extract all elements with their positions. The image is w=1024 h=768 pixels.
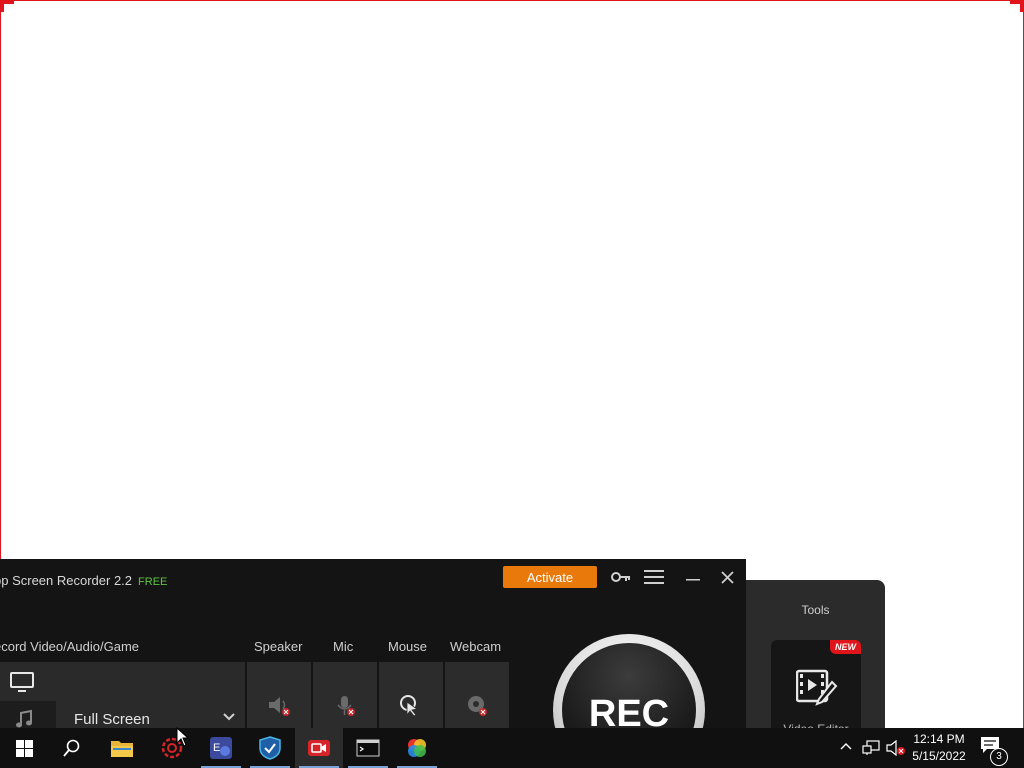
monitor-icon[interactable] xyxy=(10,672,34,692)
rec-button-ring: REC xyxy=(553,634,705,740)
volume-muted-icon[interactable] xyxy=(886,740,906,756)
shield-app-icon xyxy=(259,736,281,760)
translator-app-icon: E xyxy=(210,737,232,759)
network-icon[interactable] xyxy=(862,740,880,756)
terminal-icon xyxy=(356,739,380,757)
file-explorer-icon xyxy=(111,741,133,757)
taskbar-color-wheel-app[interactable] xyxy=(393,728,441,768)
webcam-label: Webcam xyxy=(450,639,502,654)
rec-button[interactable]: REC xyxy=(562,643,696,740)
speaker-muted-icon xyxy=(269,697,290,716)
tools-title: Tools xyxy=(801,603,830,617)
speaker-label: Speaker xyxy=(254,639,303,654)
tools-panel: Tools NEW Video Editor xyxy=(746,580,885,740)
notification-count-badge: 3 xyxy=(990,748,1008,766)
color-wheel-app-icon xyxy=(408,739,426,757)
mouse-click-icon xyxy=(400,695,418,717)
mode-select-value[interactable]: Full Screen xyxy=(74,711,150,728)
clock-date: 5/15/2022 xyxy=(912,749,966,763)
taskbar-search-button[interactable] xyxy=(48,728,96,768)
frame-corner-top-left-v[interactable] xyxy=(0,0,4,12)
music-note-icon xyxy=(16,709,32,728)
screen-recorder-app-icon xyxy=(308,740,330,756)
app-title: pp Screen Recorder 2.2 FREE xyxy=(0,573,167,588)
taskbar-shield-app[interactable] xyxy=(246,728,294,768)
mouse-label: Mouse xyxy=(388,639,428,654)
free-tag: FREE xyxy=(138,576,168,588)
video-editor-tool[interactable]: NEW Video Editor xyxy=(771,640,861,740)
chevron-up-icon[interactable] xyxy=(840,742,852,750)
mic-label: Mic xyxy=(333,639,354,654)
mic-muted-icon xyxy=(337,696,355,716)
start-button[interactable] xyxy=(0,728,48,768)
taskbar-translator-app[interactable]: E xyxy=(197,728,245,768)
taskbar-terminal[interactable] xyxy=(344,728,392,768)
app-title-text: pp Screen Recorder 2.2 xyxy=(0,573,133,588)
mouse-cursor-icon xyxy=(176,727,190,747)
taskbar-clock[interactable]: 12:14 PM 5/15/2022 xyxy=(906,731,972,765)
chevron-down-icon[interactable] xyxy=(223,713,235,721)
search-icon xyxy=(63,739,80,757)
minimize-icon[interactable] xyxy=(686,579,700,581)
screen-recorder-panel: pp Screen Recorder 2.2 FREE Activate ecor… xyxy=(0,559,746,740)
clock-time: 12:14 PM xyxy=(913,732,965,746)
video-editor-icon xyxy=(796,669,838,706)
taskbar-screen-recorder-app[interactable] xyxy=(295,728,343,768)
taskbar-file-explorer[interactable] xyxy=(98,728,146,768)
frame-corner-top-right-v[interactable] xyxy=(1020,0,1024,12)
close-icon[interactable] xyxy=(721,571,734,584)
key-icon[interactable] xyxy=(611,571,631,583)
webcam-off-icon xyxy=(468,696,487,716)
menu-icon[interactable] xyxy=(644,570,664,584)
windows-start-icon xyxy=(15,739,33,757)
taskbar: E 12:14 PM 5/15/2022 3 xyxy=(0,728,1024,768)
record-section-label: ecord Video/Audio/Game xyxy=(0,639,140,654)
new-badge: NEW xyxy=(830,640,861,654)
activate-button[interactable]: Activate xyxy=(503,566,597,588)
svg-text:E: E xyxy=(213,742,220,754)
